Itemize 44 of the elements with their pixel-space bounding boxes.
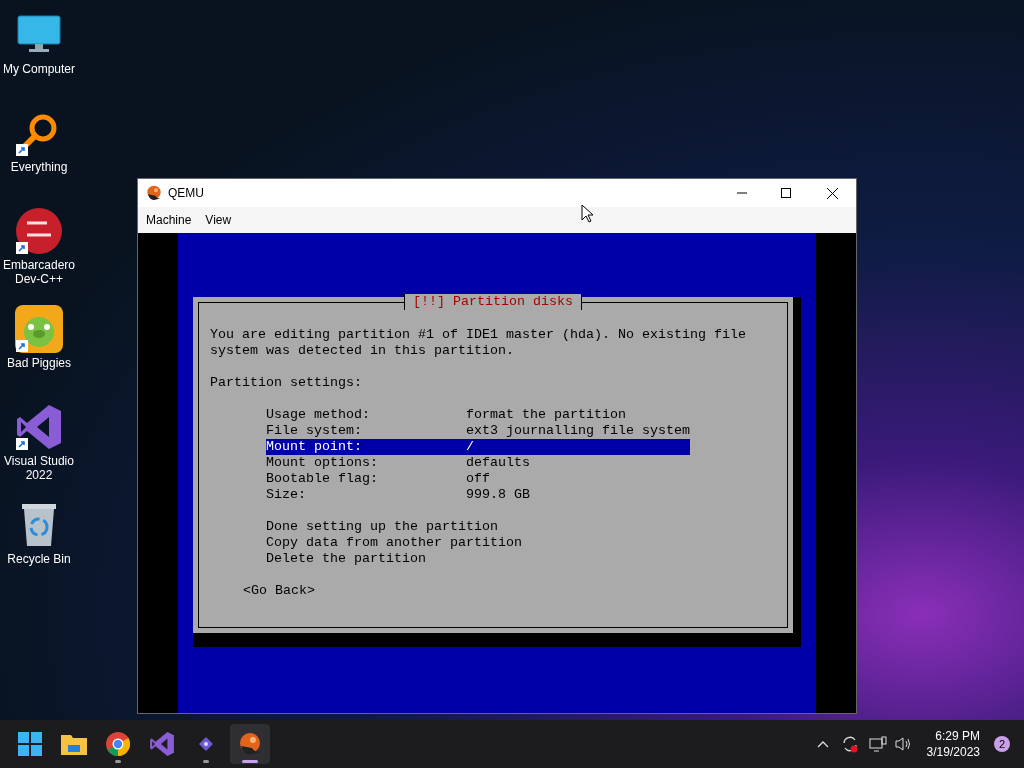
taskbar-app[interactable] bbox=[230, 724, 270, 764]
start-icon[interactable] bbox=[18, 732, 42, 756]
desktop-icon-label[interactable]: Recycle Bin bbox=[0, 552, 78, 566]
shortcut-arrow-icon bbox=[16, 438, 28, 450]
desktop-icon-label[interactable]: Embarcadero Dev-C++ bbox=[0, 258, 78, 286]
diamond-icon[interactable] bbox=[199, 737, 213, 751]
go-back-button[interactable]: <Go Back> bbox=[243, 583, 315, 599]
desktop-icon-label[interactable]: Visual Studio 2022 bbox=[0, 454, 78, 482]
section-label: Partition settings: bbox=[210, 375, 363, 391]
shortcut-arrow-icon bbox=[16, 242, 28, 254]
window-title: QEMU bbox=[168, 185, 204, 202]
setting-row[interactable]: Usage method: format the partition bbox=[266, 407, 690, 423]
close-icon[interactable] bbox=[827, 187, 838, 199]
clock-time: 6:29 PM bbox=[935, 728, 980, 744]
menu-option[interactable]: Done setting up the partition bbox=[266, 519, 498, 535]
chevron-up-icon[interactable] bbox=[816, 740, 829, 748]
dialog-title: [!!] Partition disks bbox=[404, 294, 582, 310]
menu-item[interactable]: View bbox=[205, 211, 232, 229]
setting-row[interactable]: File system: ext3 journalling file system bbox=[266, 423, 690, 439]
qemu-logo-icon bbox=[238, 732, 262, 756]
browser-icon[interactable] bbox=[106, 732, 130, 756]
notification-badge[interactable]: 2 bbox=[994, 736, 1010, 752]
network-icon[interactable] bbox=[868, 736, 887, 752]
clock-date: 3/19/2023 bbox=[926, 744, 980, 760]
volume-icon[interactable] bbox=[894, 736, 913, 752]
desktop-icon-label[interactable]: Bad Piggies bbox=[0, 356, 78, 370]
setting-row[interactable]: Bootable flag: off bbox=[266, 471, 690, 487]
menu-option[interactable]: Delete the partition bbox=[266, 551, 426, 567]
shortcut-arrow-icon bbox=[16, 340, 28, 352]
sync-icon[interactable] bbox=[840, 735, 859, 753]
desktop-icon-label[interactable]: Everything bbox=[0, 160, 78, 174]
maximize-icon[interactable] bbox=[781, 188, 791, 198]
setting-row[interactable]: Mount options: defaults bbox=[266, 455, 690, 471]
setting-row[interactable]: Mount point: / bbox=[266, 439, 690, 455]
menu-item[interactable]: Machine bbox=[146, 211, 192, 229]
desktop-icon-label[interactable]: My Computer bbox=[0, 62, 78, 76]
visual-studio-logo-icon bbox=[149, 731, 175, 757]
qemu-logo-icon bbox=[146, 185, 162, 201]
folder-icon[interactable] bbox=[61, 733, 87, 755]
setting-row[interactable]: Size: 999.8 GB bbox=[266, 487, 690, 503]
clock[interactable]: 6:29 PM 3/19/2023 bbox=[926, 728, 980, 760]
menu-option[interactable]: Copy data from another partition bbox=[266, 535, 522, 551]
shortcut-arrow-icon bbox=[16, 144, 28, 156]
intro-text: You are editing partition #1 of IDE1 master (hda). No existing file system was detected in this partition. bbox=[210, 327, 747, 359]
